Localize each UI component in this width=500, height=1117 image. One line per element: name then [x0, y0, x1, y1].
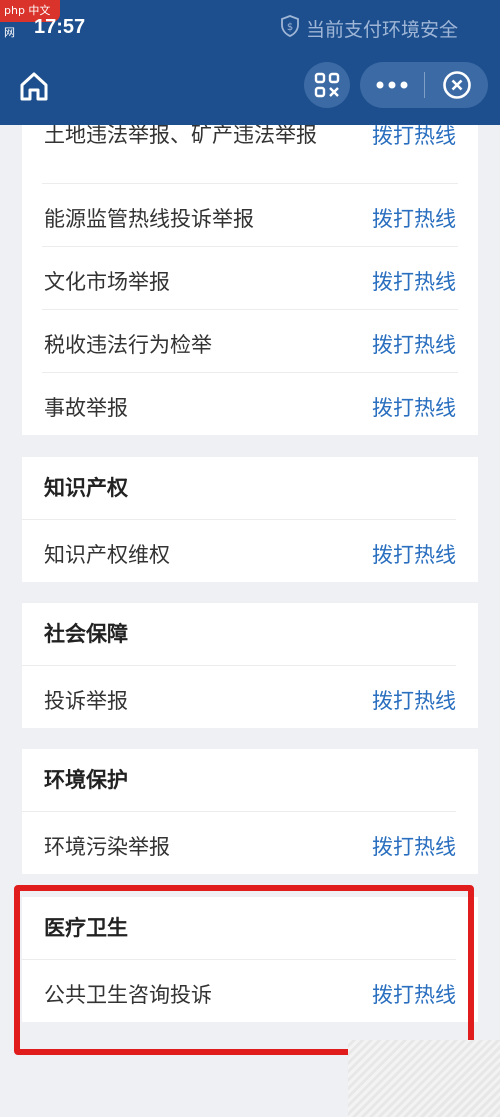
- call-hotline-link[interactable]: 拨打热线: [372, 539, 456, 569]
- content-scroll[interactable]: 土地违法举报、矿产违法举报 拨打热线 能源监管热线投诉举报 拨打热线 文化市场举…: [0, 125, 500, 1117]
- svg-text:$: $: [287, 22, 293, 33]
- list-item[interactable]: 知识产权维权 拨打热线: [42, 520, 458, 582]
- call-hotline-link[interactable]: 拨打热线: [372, 266, 456, 296]
- list-item[interactable]: 文化市场举报 拨打热线: [42, 247, 458, 310]
- scan-icon: [314, 72, 340, 98]
- call-hotline-link[interactable]: 拨打热线: [372, 392, 456, 422]
- list-item[interactable]: 能源监管热线投诉举报 拨打热线: [42, 184, 458, 247]
- close-button[interactable]: [425, 62, 488, 108]
- row-label: 知识产权维权: [44, 543, 170, 567]
- call-hotline-link[interactable]: 拨打热线: [372, 329, 456, 359]
- more-dots-icon: [376, 81, 408, 89]
- call-hotline-link[interactable]: 拨打热线: [372, 685, 456, 715]
- home-icon: [20, 72, 48, 101]
- more-button[interactable]: [360, 62, 424, 108]
- card-intellectual-property: 知识产权 知识产权维权 拨打热线: [22, 457, 478, 582]
- status-bar: php 中文网 17:57 $ 当前支付环境安全: [0, 0, 500, 48]
- list-item[interactable]: 公共卫生咨询投诉 拨打热线: [42, 960, 458, 1022]
- security-text: 当前支付环境安全: [305, 19, 458, 41]
- call-hotline-link[interactable]: 拨打热线: [372, 125, 456, 150]
- card-report: 土地违法举报、矿产违法举报 拨打热线 能源监管热线投诉举报 拨打热线 文化市场举…: [22, 125, 478, 435]
- row-label: 公共卫生咨询投诉: [44, 983, 212, 1007]
- row-label: 能源监管热线投诉举报: [44, 207, 254, 231]
- section-title: 知识产权: [22, 457, 456, 520]
- nav-bar: [0, 48, 500, 125]
- call-hotline-link[interactable]: 拨打热线: [372, 831, 456, 861]
- card-social-security: 社会保障 投诉举报 拨打热线: [22, 603, 478, 728]
- row-label: 投诉举报: [44, 689, 128, 713]
- row-label: 事故举报: [44, 396, 128, 420]
- close-icon: [442, 71, 471, 99]
- status-time: 17:57: [34, 16, 86, 38]
- row-label: 文化市场举报: [44, 270, 170, 294]
- row-label: 环境污染举报: [44, 835, 170, 859]
- row-label: 土地违法举报、矿产违法举报: [44, 125, 317, 147]
- card-environment: 环境保护 环境污染举报 拨打热线: [22, 749, 478, 874]
- call-hotline-link[interactable]: 拨打热线: [372, 979, 456, 1009]
- card-healthcare: 医疗卫生 公共卫生咨询投诉 拨打热线: [22, 897, 478, 1022]
- security-indicator: $ 当前支付环境安全: [280, 15, 458, 42]
- scan-button[interactable]: [304, 62, 350, 108]
- section-title: 社会保障: [22, 603, 456, 666]
- list-item[interactable]: 投诉举报 拨打热线: [42, 666, 458, 728]
- list-item[interactable]: 环境污染举报 拨打热线: [42, 812, 458, 874]
- list-item[interactable]: 土地违法举报、矿产违法举报 拨打热线: [42, 125, 458, 184]
- list-item[interactable]: 事故举报 拨打热线: [42, 373, 458, 435]
- shield-icon: $: [280, 15, 300, 42]
- list-item[interactable]: 税收违法行为检举 拨打热线: [42, 310, 458, 373]
- section-title: 环境保护: [22, 749, 456, 812]
- app-header: php 中文网 17:57 $ 当前支付环境安全: [0, 0, 500, 125]
- mini-program-capsule: [360, 62, 488, 108]
- row-label: 税收违法行为检举: [44, 333, 212, 357]
- home-button[interactable]: [16, 68, 52, 104]
- corner-watermark: [348, 1040, 500, 1117]
- call-hotline-link[interactable]: 拨打热线: [372, 203, 456, 233]
- section-title: 医疗卫生: [22, 897, 456, 960]
